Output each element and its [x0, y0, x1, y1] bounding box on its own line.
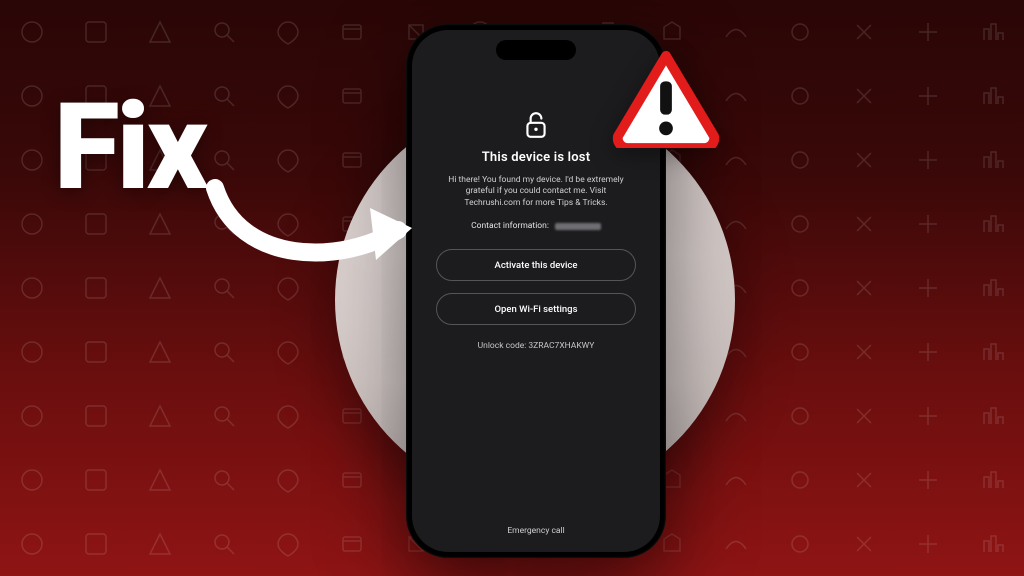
lost-message: Hi there! You found my device. I'd be ex…	[432, 175, 640, 209]
fix-heading: Fix	[54, 78, 205, 218]
warning-icon	[612, 50, 720, 148]
phone-notch	[496, 40, 576, 60]
lost-title: This device is lost	[482, 150, 591, 165]
unlock-icon	[523, 110, 549, 140]
contact-redacted	[555, 223, 601, 230]
activate-device-button[interactable]: Activate this device	[436, 249, 636, 281]
open-wifi-settings-button[interactable]: Open Wi-Fi settings	[436, 293, 636, 325]
contact-info-row: Contact information:	[471, 221, 601, 231]
unlock-code: Unlock code: 3ZRAC7XHAKWY	[478, 341, 595, 351]
wifi-label: Open Wi-Fi settings	[495, 304, 578, 315]
contact-label: Contact information:	[471, 221, 549, 231]
activate-label: Activate this device	[495, 260, 578, 271]
emergency-call-link[interactable]: Emergency call	[412, 526, 660, 536]
